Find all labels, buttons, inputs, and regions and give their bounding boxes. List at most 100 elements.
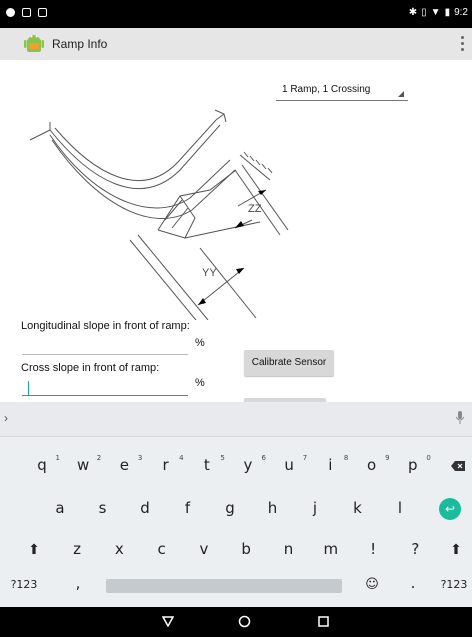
key-p[interactable]: p0 <box>393 449 433 481</box>
key-r-label: r <box>162 456 169 474</box>
key-l-label: l <box>397 499 403 517</box>
key-t-label: t <box>203 456 210 474</box>
key-question[interactable]: ? <box>395 533 435 565</box>
key-n[interactable]: n <box>269 533 309 565</box>
yy-dimension-label: YY <box>202 267 217 279</box>
bluetooth-icon: ✱ <box>408 7 418 18</box>
key-p-hint: 0 <box>426 454 431 462</box>
symbols-key-right[interactable]: ?123 <box>434 569 472 601</box>
shift-icon: ⬆ <box>450 542 462 558</box>
key-g-label: g <box>225 499 235 517</box>
key-d-label: d <box>140 499 150 517</box>
key-m[interactable]: m <box>311 533 351 565</box>
symbols-key-left[interactable]: ?123 <box>4 569 44 601</box>
crossing-type-spinner[interactable]: 1 Ramp, 1 Crossing <box>276 82 408 101</box>
ramp-info-content: 1 Ramp, 1 Crossing ZZ YY Longitudinal sl… <box>0 60 472 404</box>
cross-slope-input[interactable] <box>22 381 188 396</box>
key-o[interactable]: o9 <box>352 449 392 481</box>
key-a-label: a <box>55 499 65 517</box>
app-title: Ramp Info <box>52 37 108 51</box>
key-r-hint: 4 <box>179 454 184 462</box>
home-icon[interactable] <box>238 615 251 628</box>
key-u[interactable]: u7 <box>269 449 309 481</box>
period-key[interactable]: . <box>393 567 433 599</box>
key-t-hint: 5 <box>220 454 225 462</box>
key-q-label: q <box>37 456 47 474</box>
battery-icon: ▮ <box>444 7 451 18</box>
key-y-label: y <box>243 456 253 474</box>
key-v-label: v <box>199 540 209 558</box>
comma-key[interactable]: , <box>58 567 98 599</box>
key-f[interactable]: f <box>168 492 208 524</box>
key-b[interactable]: b <box>226 533 266 565</box>
key-r[interactable]: r4 <box>146 449 186 481</box>
key-e-label: e <box>119 456 129 474</box>
shift-key-right[interactable]: ⬆ <box>436 533 472 565</box>
longitudinal-slope-unit: % <box>195 337 205 349</box>
key-u-label: u <box>284 456 294 474</box>
dropdown-arrow-icon <box>398 91 404 97</box>
key-s[interactable]: s <box>83 492 123 524</box>
back-icon[interactable] <box>162 616 174 627</box>
key-j[interactable]: j <box>295 492 335 524</box>
calibrate-sensor-button[interactable]: Calibrate Sensor <box>244 350 334 376</box>
enter-icon: ↩ <box>439 497 461 520</box>
sd-card-icon <box>38 8 47 17</box>
key-v[interactable]: v <box>184 533 224 565</box>
key-i[interactable]: i8 <box>310 449 350 481</box>
key-c-label: c <box>157 540 166 558</box>
shift-key-left[interactable]: ⬆ <box>14 533 54 565</box>
key-b-label: b <box>241 540 251 558</box>
key-k[interactable]: k <box>338 492 378 524</box>
key-g[interactable]: g <box>210 492 250 524</box>
emoji-key[interactable]: ☺ <box>352 569 392 601</box>
key-exclamation[interactable]: ! <box>353 533 393 565</box>
key-i-label: i <box>328 456 333 474</box>
key-u-hint: 7 <box>302 454 308 462</box>
key-w-label: w <box>77 456 90 474</box>
navigation-bar <box>0 607 472 637</box>
key-x-label: x <box>114 540 124 558</box>
status-bar: ✱ ▯ ▼ ▮ 9:2 <box>0 0 472 28</box>
key-o-label: o <box>367 456 377 474</box>
key-k-label: k <box>353 499 362 517</box>
longitudinal-slope-label: Longitudinal slope in front of ramp: <box>21 320 190 332</box>
key-question-label: ? <box>411 540 420 558</box>
chevron-right-icon[interactable]: › <box>4 411 8 425</box>
key-x[interactable]: x <box>99 533 139 565</box>
key-h-label: h <box>267 499 278 517</box>
shift-icon: ⬆ <box>28 542 40 558</box>
key-d[interactable]: d <box>125 492 165 524</box>
key-q-hint: 1 <box>55 454 60 462</box>
key-a[interactable]: a <box>40 492 80 524</box>
text-cursor <box>28 381 29 395</box>
key-l[interactable]: l <box>380 492 420 524</box>
recents-icon[interactable] <box>318 616 329 627</box>
image-notification-icon <box>22 8 31 17</box>
mic-icon[interactable] <box>456 411 464 425</box>
ramp-diagram: ZZ YY <box>29 109 289 320</box>
key-f-label: f <box>184 499 191 517</box>
key-w[interactable]: w2 <box>63 449 103 481</box>
more-vert-icon[interactable] <box>461 36 464 51</box>
key-n-label: n <box>283 540 294 558</box>
soft-keyboard: › q1w2e3r4t5y6u7i8o9p0 asdfghjkl zxcvbnm… <box>0 402 472 607</box>
key-c[interactable]: c <box>142 533 182 565</box>
key-y[interactable]: y6 <box>228 449 268 481</box>
backspace-key[interactable] <box>438 449 472 481</box>
key-e[interactable]: e3 <box>104 449 144 481</box>
notification-icon <box>6 8 15 17</box>
key-t[interactable]: t5 <box>187 449 227 481</box>
key-z[interactable]: z <box>57 533 97 565</box>
key-q[interactable]: q1 <box>22 449 62 481</box>
key-m-label: m <box>323 540 339 558</box>
key-s-label: s <box>98 499 107 517</box>
vibrate-icon: ▯ <box>421 7 427 18</box>
enter-key[interactable]: ↩ <box>430 492 470 524</box>
key-h[interactable]: h <box>253 492 293 524</box>
space-bar[interactable] <box>106 579 342 593</box>
spinner-selected-value: 1 Ramp, 1 Crossing <box>282 84 371 95</box>
status-icons: ✱ ▯ ▼ ▮ 9:2 <box>409 7 468 18</box>
longitudinal-slope-input[interactable] <box>22 340 188 355</box>
suggestion-strip: › <box>0 402 472 437</box>
